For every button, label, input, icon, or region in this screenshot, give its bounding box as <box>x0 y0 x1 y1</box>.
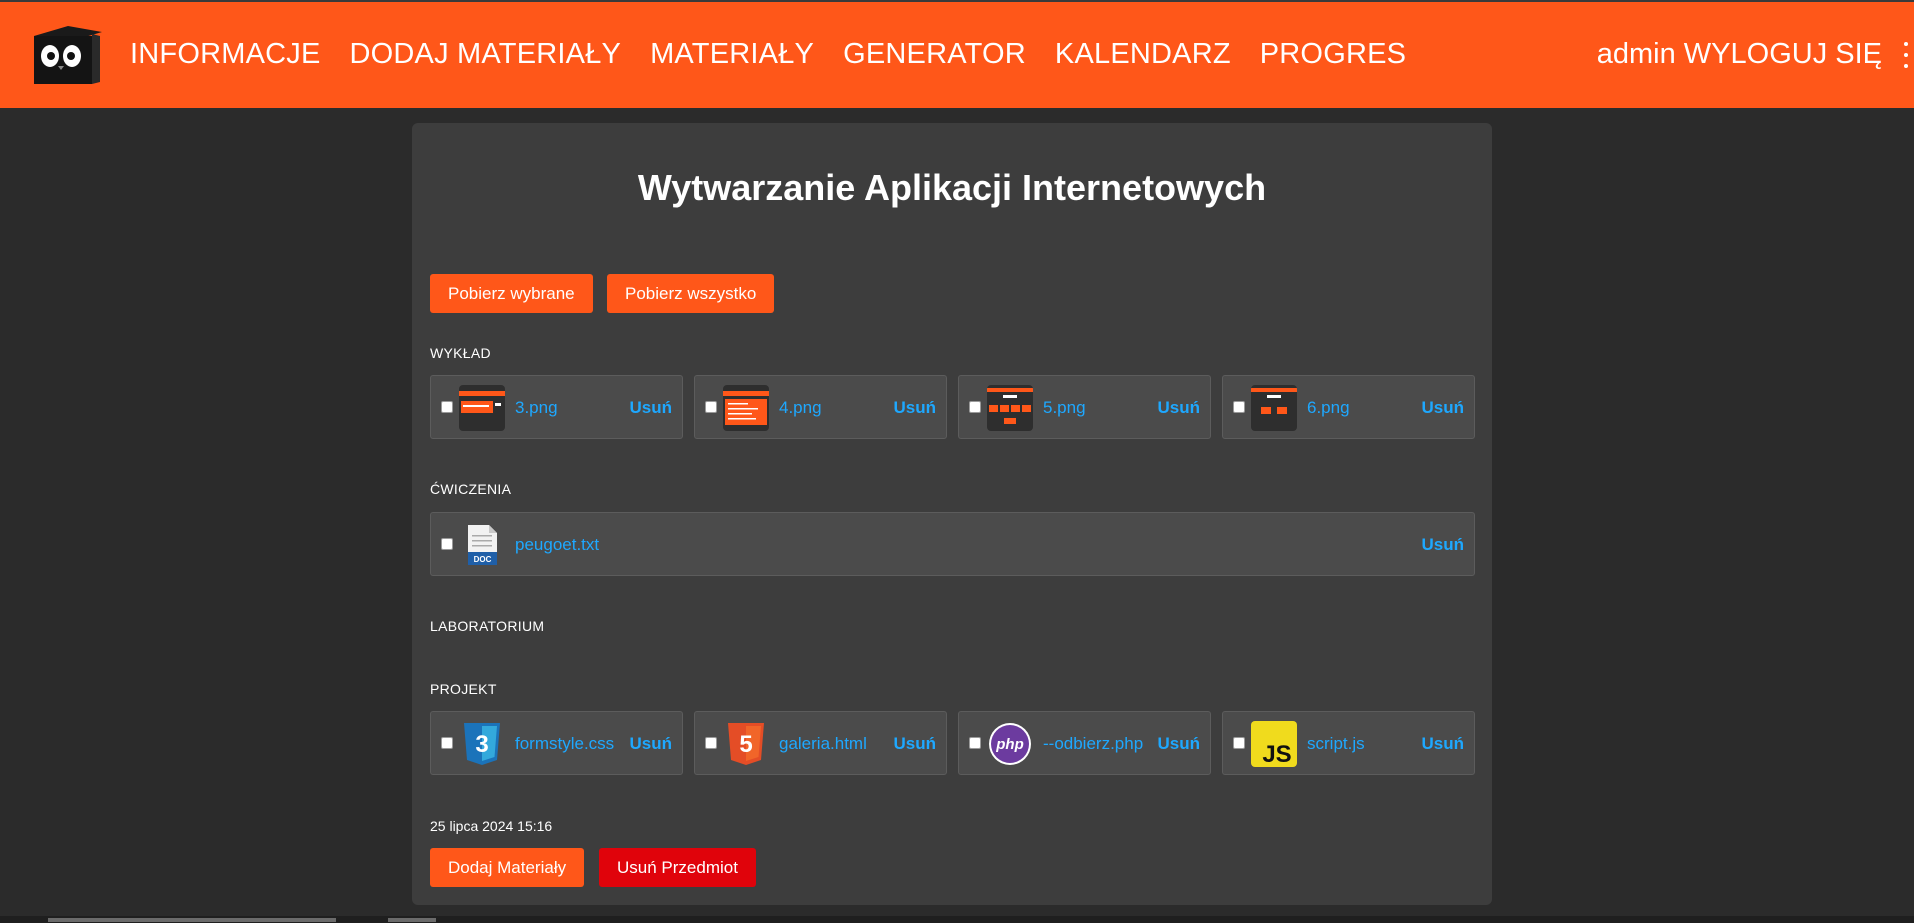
file-link[interactable]: 3.png <box>515 398 558 418</box>
file-checkbox[interactable] <box>705 737 717 749</box>
section-label-project: PROJEKT <box>430 681 497 697</box>
file-link[interactable]: 4.png <box>779 398 822 418</box>
logout-link[interactable]: WYLOGUJ SIĘ <box>1684 38 1882 70</box>
horizontal-scrollbar[interactable] <box>0 916 1914 923</box>
kebab-menu-icon[interactable] <box>1902 42 1910 72</box>
add-materials-button[interactable]: Dodaj Materiały <box>430 848 585 887</box>
section-label-lecture: WYKŁAD <box>430 345 491 361</box>
file-link[interactable]: peugoet.txt <box>515 535 599 555</box>
download-selected-button[interactable]: Pobierz wybrane <box>430 274 593 313</box>
svg-text:3: 3 <box>475 731 488 758</box>
user-area: admin WYLOGUJ SIĘ <box>1597 38 1882 71</box>
file-link[interactable]: script.js <box>1307 734 1365 754</box>
file-tile: 5.png Usuń <box>958 375 1211 439</box>
file-checkbox[interactable] <box>705 401 717 413</box>
file-tile: JS script.js Usuń <box>1222 711 1475 775</box>
scrollbar-thumb[interactable] <box>388 918 436 922</box>
file-tile: 5 galeria.html Usuń <box>694 711 947 775</box>
nav-materialy[interactable]: MATERIAŁY <box>650 38 814 71</box>
scrollbar-thumb[interactable] <box>48 918 336 922</box>
lecture-files: 3.png Usuń 4.png Usuń 5.png Usuń 6.png U… <box>430 375 1475 441</box>
nav-kalendarz[interactable]: KALENDARZ <box>1055 38 1231 71</box>
project-files: 3 formstyle.css Usuń 5 galeria.html Usuń… <box>430 711 1475 777</box>
image-thumbnail-icon <box>987 385 1033 431</box>
course-card: Wytwarzanie Aplikacji Internetowych Pobi… <box>412 123 1492 905</box>
delete-file-link[interactable]: Usuń <box>630 734 673 754</box>
file-link[interactable]: formstyle.css <box>515 734 614 754</box>
file-link[interactable]: 5.png <box>1043 398 1086 418</box>
delete-file-link[interactable]: Usuń <box>1422 734 1465 754</box>
nav-progres[interactable]: PROGRES <box>1260 38 1406 71</box>
image-thumbnail-icon <box>1251 385 1297 431</box>
delete-subject-button[interactable]: Usuń Przedmiot <box>599 848 756 887</box>
file-tile: DOC peugoet.txt Usuń <box>430 512 1475 576</box>
html5-icon: 5 <box>728 723 764 765</box>
css3-icon: 3 <box>464 723 500 765</box>
section-label-exercises: ĆWICZENIA <box>430 481 512 497</box>
file-tile: 3 formstyle.css Usuń <box>430 711 683 775</box>
file-checkbox[interactable] <box>441 538 453 550</box>
file-tile: 6.png Usuń <box>1222 375 1475 439</box>
top-navigation-bar: INFORMACJE DODAJ MATERIAŁY MATERIAŁY GEN… <box>0 0 1914 108</box>
file-checkbox[interactable] <box>441 401 453 413</box>
svg-text:php: php <box>995 736 1024 753</box>
file-checkbox[interactable] <box>969 401 981 413</box>
nav-informacje[interactable]: INFORMACJE <box>130 38 321 71</box>
nav-dodaj-materialy[interactable]: DODAJ MATERIAŁY <box>350 38 622 71</box>
main-nav: INFORMACJE DODAJ MATERIAŁY MATERIAŁY GEN… <box>130 38 1435 71</box>
nav-generator[interactable]: GENERATOR <box>843 38 1026 71</box>
page-title: Wytwarzanie Aplikacji Internetowych <box>637 167 1267 208</box>
file-link[interactable]: galeria.html <box>779 734 867 754</box>
doc-file-icon: DOC <box>468 525 497 565</box>
delete-file-link[interactable]: Usuń <box>1158 734 1201 754</box>
image-thumbnail-icon <box>459 385 505 431</box>
file-tile: 4.png Usuń <box>694 375 947 439</box>
file-checkbox[interactable] <box>969 737 981 749</box>
delete-file-link[interactable]: Usuń <box>630 398 673 418</box>
delete-file-link[interactable]: Usuń <box>894 734 937 754</box>
file-tile: php --odbierz.php Usuń <box>958 711 1211 775</box>
file-checkbox[interactable] <box>1233 401 1245 413</box>
file-link[interactable]: --odbierz.php <box>1043 734 1143 754</box>
exercise-files: DOC peugoet.txt Usuń <box>430 512 1475 578</box>
delete-file-link[interactable]: Usuń <box>1422 535 1465 555</box>
php-icon: php <box>989 723 1031 765</box>
file-tile: 3.png Usuń <box>430 375 683 439</box>
file-checkbox[interactable] <box>441 737 453 749</box>
svg-text:JS: JS <box>1262 741 1291 767</box>
owl-logo-icon[interactable] <box>28 22 102 86</box>
file-checkbox[interactable] <box>1233 737 1245 749</box>
js-icon: JS <box>1251 721 1297 767</box>
image-thumbnail-icon <box>723 385 769 431</box>
section-label-laboratory: LABORATORIUM <box>430 618 545 634</box>
svg-text:5: 5 <box>739 731 752 758</box>
username: admin <box>1596 38 1676 70</box>
delete-file-link[interactable]: Usuń <box>1158 398 1201 418</box>
delete-file-link[interactable]: Usuń <box>894 398 937 418</box>
timestamp: 25 lipca 2024 15:16 <box>430 818 553 834</box>
svg-text:DOC: DOC <box>474 555 492 564</box>
download-all-button[interactable]: Pobierz wszystko <box>607 274 775 313</box>
file-link[interactable]: 6.png <box>1307 398 1350 418</box>
delete-file-link[interactable]: Usuń <box>1422 398 1465 418</box>
